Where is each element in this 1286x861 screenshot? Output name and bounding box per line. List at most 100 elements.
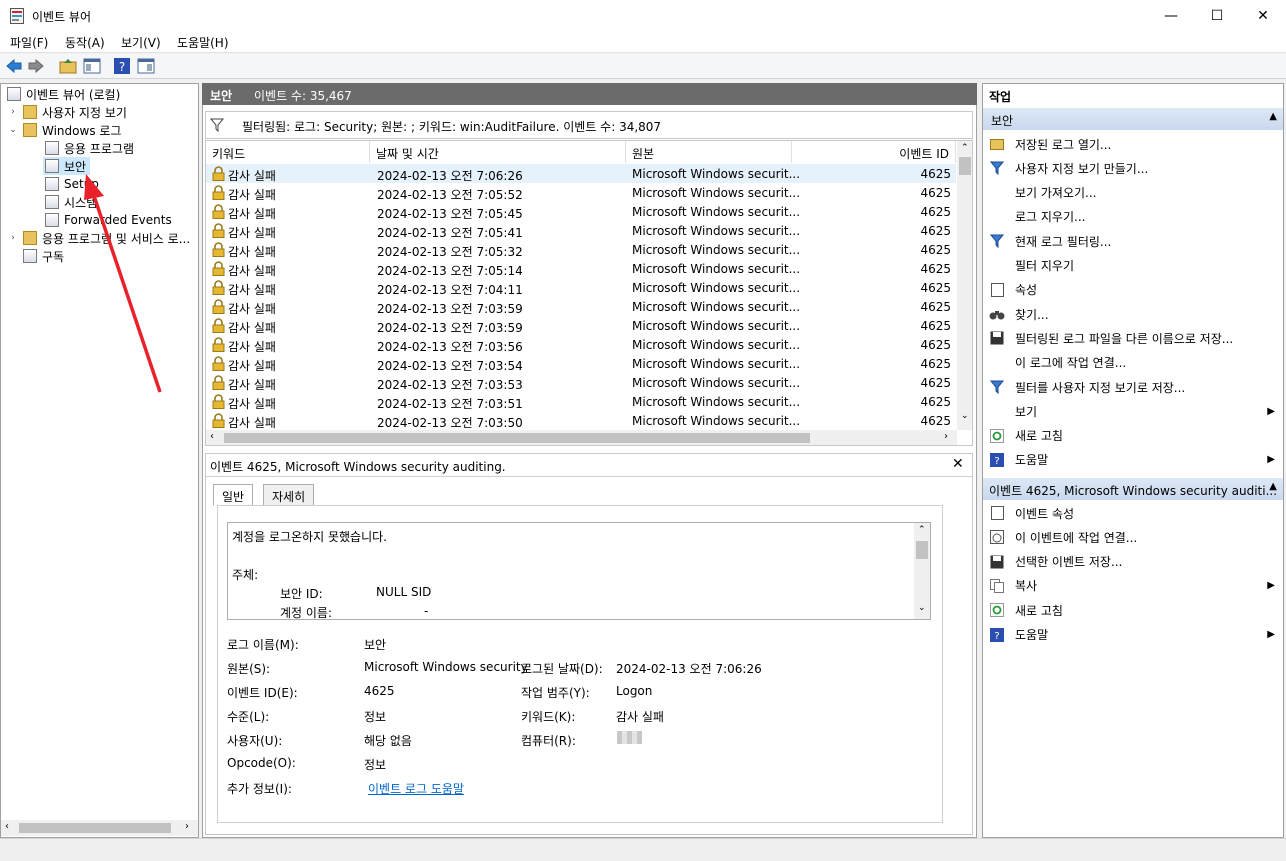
col-source[interactable]: 원본 bbox=[626, 141, 792, 163]
action-item[interactable]: 이 로그에 작업 연결... bbox=[983, 351, 1283, 375]
lock-icon bbox=[212, 261, 225, 276]
table-row[interactable]: 감사 실패 2024-02-13 오전 7:05:41 Microsoft Wind… bbox=[206, 221, 956, 240]
blank-icon bbox=[989, 355, 1005, 371]
tree-subscriptions[interactable]: 구독 bbox=[23, 247, 64, 265]
scroll-thumb[interactable] bbox=[916, 541, 928, 559]
action-item[interactable]: 필터 지우기 bbox=[983, 254, 1283, 278]
minimize-button[interactable]: — bbox=[1148, 0, 1194, 31]
chevron-down-icon[interactable]: ⌄ bbox=[7, 125, 19, 135]
close-icon[interactable]: ✕ bbox=[952, 456, 964, 472]
table-row[interactable]: 감사 실패 2024-02-13 오전 7:05:45 Microsoft Wind… bbox=[206, 202, 956, 221]
table-row[interactable]: 감사 실패 2024-02-13 오전 7:05:52 Microsoft Wind… bbox=[206, 183, 956, 202]
action-item[interactable]: 보기 ▶ bbox=[983, 399, 1283, 423]
table-row[interactable]: 감사 실패 2024-02-13 오전 7:05:32 Microsoft Wind… bbox=[206, 240, 956, 259]
table-row[interactable]: 감사 실패 2024-02-13 오전 7:03:56 Microsoft Wind… bbox=[206, 335, 956, 354]
col-event-id[interactable]: 이벤트 ID bbox=[792, 141, 956, 163]
scroll-thumb[interactable] bbox=[19, 823, 171, 833]
scroll-up-icon[interactable]: ⌃ bbox=[961, 143, 969, 153]
action-item[interactable]: 필터링된 로그 파일을 다른 이름으로 저장... bbox=[983, 326, 1283, 350]
forward-arrow-icon[interactable] bbox=[27, 57, 45, 75]
menu-action[interactable]: 동작(A) bbox=[65, 34, 105, 51]
table-horizontal-scrollbar[interactable]: ‹ › bbox=[206, 430, 957, 445]
tree-windows-logs[interactable]: ⌄ Windows 로그 bbox=[7, 121, 121, 139]
maximize-button[interactable]: ☐ bbox=[1194, 0, 1240, 31]
actions-group-log[interactable]: 보안 ▲ bbox=[983, 108, 1283, 130]
scroll-left-icon[interactable]: ‹ bbox=[5, 821, 9, 832]
table-row[interactable]: 감사 실패 2024-02-13 오전 7:04:11 Microsoft Wind… bbox=[206, 278, 956, 297]
scroll-up-icon[interactable]: ⌃ bbox=[918, 525, 926, 535]
scroll-right-icon[interactable]: › bbox=[185, 821, 189, 832]
field-more-info-label: 추가 정보(I): bbox=[227, 782, 292, 796]
tree-root[interactable]: 이벤트 뷰어 (로컬) bbox=[7, 85, 120, 103]
lock-icon bbox=[212, 223, 225, 238]
scroll-left-icon[interactable]: ‹ bbox=[210, 431, 214, 442]
help-icon: ? bbox=[989, 627, 1005, 643]
table-row[interactable]: 감사 실패 2024-02-13 오전 7:03:59 Microsoft Wind… bbox=[206, 316, 956, 335]
scroll-down-icon[interactable]: ⌄ bbox=[961, 411, 969, 421]
scroll-thumb[interactable] bbox=[959, 157, 971, 175]
action-item[interactable]: 새로 고침 bbox=[983, 598, 1283, 622]
event-table: 키워드 날짜 및 시간 원본 이벤트 ID 감사 실패 2024-02-13 오전… bbox=[205, 140, 973, 446]
chevron-right-icon[interactable]: › bbox=[7, 107, 19, 117]
collapse-icon[interactable]: ▲ bbox=[1269, 481, 1277, 492]
chevron-right-icon[interactable]: › bbox=[7, 233, 19, 243]
menu-view[interactable]: 보기(V) bbox=[121, 34, 161, 51]
blank-icon bbox=[989, 403, 1005, 419]
actions-group-log-title: 보안 bbox=[991, 114, 1014, 128]
action-item[interactable]: 복사 ▶ bbox=[983, 574, 1283, 598]
action-item[interactable]: 속성 bbox=[983, 278, 1283, 302]
table-row[interactable]: 감사 실패 2024-02-13 오전 7:05:14 Microsoft Wind… bbox=[206, 259, 956, 278]
action-item[interactable]: 새로 고침 bbox=[983, 424, 1283, 448]
row-source: Microsoft Windows securit... bbox=[632, 357, 801, 371]
show-hide-action-pane-icon[interactable] bbox=[137, 57, 155, 75]
help-icon[interactable]: ? bbox=[113, 57, 131, 75]
action-item[interactable]: 보기 가져오기... bbox=[983, 181, 1283, 205]
row-event-id: 4625 bbox=[920, 414, 951, 428]
action-item[interactable]: 찾기... bbox=[983, 302, 1283, 326]
table-row[interactable]: 감사 실패 2024-02-13 오전 7:03:50 Microsoft Wind… bbox=[206, 411, 956, 430]
menu-help[interactable]: 도움말(H) bbox=[177, 34, 229, 51]
table-vertical-scrollbar[interactable]: ⌃ ⌄ bbox=[957, 141, 972, 430]
col-datetime[interactable]: 날짜 및 시간 bbox=[370, 141, 626, 163]
table-row[interactable]: 감사 실패 2024-02-13 오전 7:03:59 Microsoft Wind… bbox=[206, 297, 956, 316]
col-keyword[interactable]: 키워드 bbox=[206, 141, 370, 163]
tab-general[interactable]: 일반 bbox=[213, 484, 254, 506]
tree-log-application[interactable]: 응용 프로그램 bbox=[45, 139, 134, 157]
tree-horizontal-scrollbar[interactable]: ‹ › bbox=[1, 820, 198, 836]
folder-up-icon[interactable] bbox=[59, 57, 77, 75]
action-item[interactable]: ? 도움말 ▶ bbox=[983, 623, 1283, 647]
tab-details[interactable]: 자세히 bbox=[263, 484, 315, 506]
back-arrow-icon[interactable] bbox=[5, 57, 23, 75]
tree-custom-views[interactable]: › 사용자 지정 보기 bbox=[7, 103, 127, 121]
action-item[interactable]: 로그 지우기... bbox=[983, 205, 1283, 229]
action-item[interactable]: 현재 로그 필터링... bbox=[983, 229, 1283, 253]
row-datetime: 2024-02-13 오전 7:06:26 bbox=[377, 169, 523, 183]
action-item[interactable]: 이벤트 속성 bbox=[983, 501, 1283, 525]
action-item[interactable]: 필터를 사용자 지정 보기로 저장... bbox=[983, 375, 1283, 399]
close-button[interactable]: ✕ bbox=[1240, 0, 1286, 31]
actions-group-event[interactable]: 이벤트 4625, Microsoft Windows security aud… bbox=[983, 478, 1283, 500]
table-row[interactable]: 감사 실패 2024-02-13 오전 7:06:26 Microsoft Wind… bbox=[206, 164, 956, 183]
filter-icon bbox=[989, 160, 1005, 176]
action-item[interactable]: 선택한 이벤트 저장... bbox=[983, 550, 1283, 574]
row-keyword: 감사 실패 bbox=[228, 283, 276, 297]
show-hide-tree-icon[interactable] bbox=[83, 57, 101, 75]
action-item[interactable]: 이 이벤트에 작업 연결... bbox=[983, 525, 1283, 549]
action-item[interactable]: ? 도움말 ▶ bbox=[983, 448, 1283, 472]
scroll-right-icon[interactable]: › bbox=[944, 431, 948, 442]
table-row[interactable]: 감사 실패 2024-02-13 오전 7:03:51 Microsoft Wind… bbox=[206, 392, 956, 411]
desc-vertical-scrollbar[interactable]: ⌃ ⌄ bbox=[914, 523, 930, 619]
lock-icon bbox=[212, 280, 225, 295]
action-item[interactable]: 저장된 로그 열기... bbox=[983, 132, 1283, 156]
collapse-icon[interactable]: ▲ bbox=[1269, 111, 1277, 122]
row-datetime: 2024-02-13 오전 7:05:41 bbox=[377, 226, 523, 240]
scroll-thumb[interactable] bbox=[224, 433, 810, 443]
action-label: 이 로그에 작업 연결... bbox=[1015, 356, 1127, 371]
table-row[interactable]: 감사 실패 2024-02-13 오전 7:03:54 Microsoft Wind… bbox=[206, 354, 956, 373]
event-log-help-link[interactable]: 이벤트 로그 도움말 bbox=[368, 780, 464, 797]
menu-file[interactable]: 파일(F) bbox=[10, 34, 48, 51]
action-item[interactable]: 사용자 지정 보기 만들기... bbox=[983, 156, 1283, 180]
table-row[interactable]: 감사 실패 2024-02-13 오전 7:03:53 Microsoft Wind… bbox=[206, 373, 956, 392]
scroll-down-icon[interactable]: ⌄ bbox=[918, 603, 926, 613]
row-keyword: 감사 실패 bbox=[228, 207, 276, 221]
